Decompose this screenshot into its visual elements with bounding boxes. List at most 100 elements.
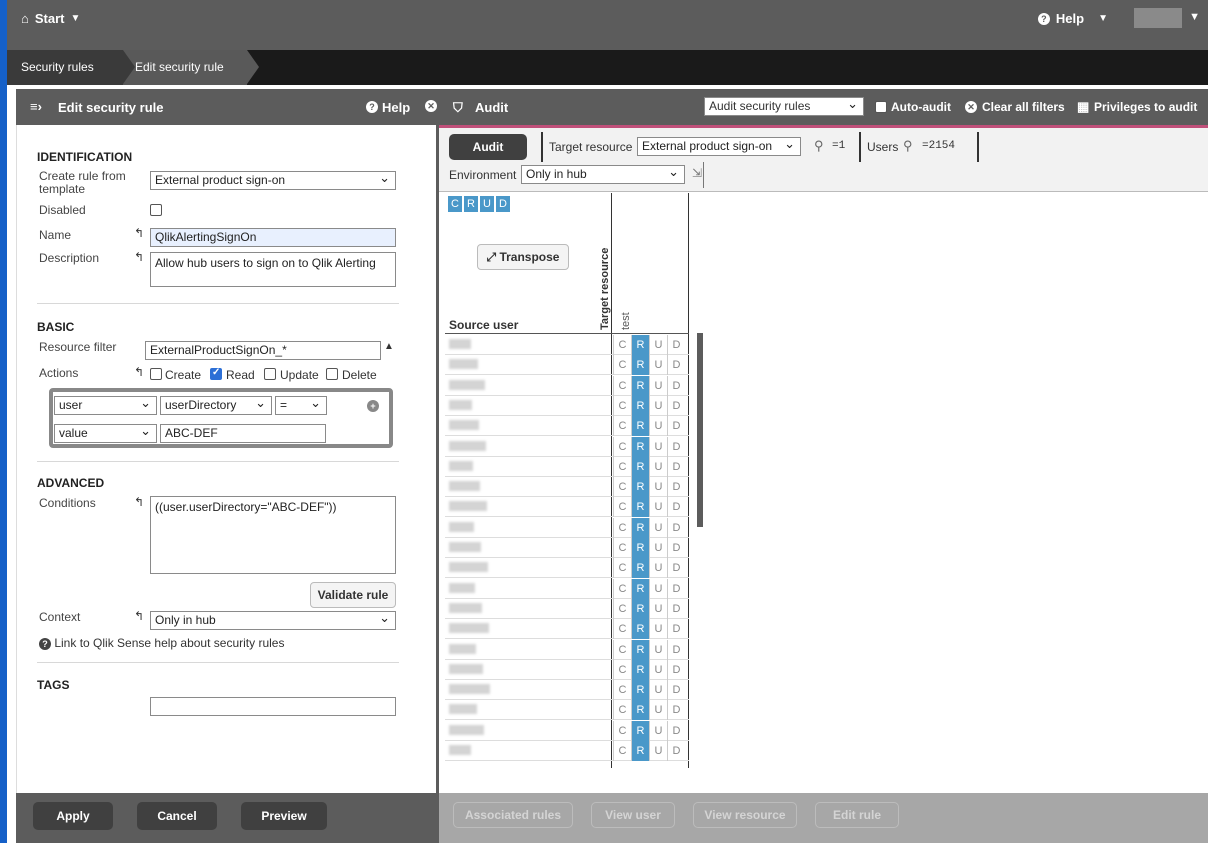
crud-cell-d[interactable]: D — [667, 477, 685, 498]
crud-cell-u[interactable]: U — [649, 456, 667, 477]
clear-icon[interactable]: ✕ — [965, 101, 977, 113]
crud-cell-c[interactable]: C — [613, 375, 631, 396]
breadcrumb-security-rules[interactable]: Security rules — [7, 50, 135, 85]
conditions-textarea[interactable]: ((user.userDirectory="ABC-DEF")) — [150, 496, 396, 574]
crud-cell-c[interactable]: C — [613, 355, 631, 376]
view-user-button[interactable]: View user — [591, 802, 675, 828]
audit-button[interactable]: Audit — [449, 134, 527, 160]
crud-cell-r[interactable]: R — [631, 619, 649, 640]
table-row[interactable]: CRUD — [445, 395, 689, 416]
crud-cell-r[interactable]: R — [631, 395, 649, 416]
table-row[interactable]: CRUD — [445, 558, 689, 579]
crud-cell-u[interactable]: U — [649, 375, 667, 396]
table-row[interactable]: CRUD — [445, 355, 689, 376]
view-resource-button[interactable]: View resource — [693, 802, 797, 828]
crud-cell-r[interactable]: R — [631, 741, 649, 761]
crud-cell-u[interactable]: U — [649, 335, 667, 355]
crud-filter-read[interactable]: R — [464, 196, 478, 212]
table-row[interactable]: CRUD — [445, 416, 689, 437]
table-row[interactable]: CRUD — [445, 456, 689, 477]
crud-cell-u[interactable]: U — [649, 497, 667, 518]
create-checkbox[interactable] — [150, 368, 162, 380]
table-row[interactable]: CRUD — [445, 375, 689, 396]
chevron-down-icon[interactable]: ▼ — [1189, 11, 1200, 23]
table-row[interactable]: CRUD — [445, 720, 689, 741]
crud-cell-u[interactable]: U — [649, 700, 667, 721]
crud-cell-r[interactable]: R — [631, 517, 649, 538]
crud-cell-u[interactable]: U — [649, 558, 667, 579]
crud-cell-r[interactable]: R — [631, 558, 649, 579]
breadcrumb-edit-security-rule[interactable]: Edit security rule — [119, 50, 259, 85]
undo-icon[interactable]: ↰ — [134, 609, 144, 623]
table-row[interactable]: CRUD — [445, 598, 689, 619]
help-menu[interactable]: ? Help ▼ — [1037, 11, 1108, 26]
crud-cell-d[interactable]: D — [667, 436, 685, 457]
crud-cell-u[interactable]: U — [649, 355, 667, 376]
crud-cell-c[interactable]: C — [613, 598, 631, 619]
name-input[interactable]: QlikAlertingSignOn — [150, 228, 396, 247]
close-icon[interactable]: ✕ — [425, 100, 437, 112]
crud-cell-c[interactable]: C — [613, 558, 631, 579]
preview-button[interactable]: Preview — [241, 802, 327, 830]
collapse-up-icon[interactable]: ▲ — [384, 341, 394, 352]
crud-cell-c[interactable]: C — [613, 578, 631, 599]
disabled-checkbox[interactable] — [150, 204, 162, 216]
user-avatar[interactable] — [1134, 8, 1182, 28]
template-select[interactable]: External product sign-on — [150, 171, 396, 190]
associated-rules-button[interactable]: Associated rules — [453, 802, 573, 828]
crud-cell-c[interactable]: C — [613, 456, 631, 477]
delete-checkbox[interactable] — [326, 368, 338, 380]
crud-cell-u[interactable]: U — [649, 598, 667, 619]
grid-scrollbar[interactable] — [697, 333, 703, 527]
table-row[interactable]: CRUD — [445, 741, 689, 761]
crud-filter-create[interactable]: C — [448, 196, 462, 212]
update-checkbox[interactable] — [264, 368, 276, 380]
crud-cell-r[interactable]: R — [631, 456, 649, 477]
crud-cell-d[interactable]: D — [667, 558, 685, 579]
start-menu[interactable]: ⌂ Start ▼ — [21, 11, 80, 26]
crud-cell-c[interactable]: C — [613, 477, 631, 498]
crud-cell-d[interactable]: D — [667, 720, 685, 741]
crud-cell-u[interactable]: U — [649, 416, 667, 437]
crud-cell-u[interactable]: U — [649, 436, 667, 457]
context-select[interactable]: Only in hub — [150, 611, 396, 630]
condition-value-type-select[interactable]: value — [54, 424, 157, 443]
crud-cell-d[interactable]: D — [667, 680, 685, 701]
crud-cell-d[interactable]: D — [667, 416, 685, 437]
crud-cell-r[interactable]: R — [631, 680, 649, 701]
crud-cell-u[interactable]: U — [649, 680, 667, 701]
table-row[interactable]: CRUD — [445, 619, 689, 640]
help-icon[interactable]: ? — [366, 101, 378, 113]
auto-audit-checkbox[interactable] — [875, 101, 887, 113]
crud-cell-d[interactable]: D — [667, 375, 685, 396]
table-row[interactable]: CRUD — [445, 700, 689, 721]
crud-cell-d[interactable]: D — [667, 598, 685, 619]
condition-operator-select[interactable]: = — [275, 396, 327, 415]
add-condition-icon[interactable]: + — [367, 400, 379, 412]
edit-rule-button[interactable]: Edit rule — [815, 802, 899, 828]
crud-cell-d[interactable]: D — [667, 741, 685, 761]
crud-cell-r[interactable]: R — [631, 436, 649, 457]
tags-input[interactable] — [150, 697, 396, 716]
crud-cell-d[interactable]: D — [667, 639, 685, 660]
crud-cell-r[interactable]: R — [631, 355, 649, 376]
crud-cell-c[interactable]: C — [613, 538, 631, 558]
crud-cell-c[interactable]: C — [613, 700, 631, 721]
table-row[interactable]: CRUD — [445, 477, 689, 498]
crud-cell-c[interactable]: C — [613, 741, 631, 761]
undo-icon[interactable]: ↰ — [134, 226, 144, 240]
table-row[interactable]: CRUD — [445, 497, 689, 518]
crud-cell-d[interactable]: D — [667, 659, 685, 680]
table-row[interactable]: CRUD — [445, 538, 689, 558]
undo-icon[interactable]: ↰ — [134, 365, 144, 379]
crud-cell-d[interactable]: D — [667, 355, 685, 376]
validate-rule-button[interactable]: Validate rule — [310, 582, 396, 608]
table-row[interactable]: CRUD — [445, 436, 689, 457]
crud-cell-u[interactable]: U — [649, 659, 667, 680]
crud-cell-r[interactable]: R — [631, 659, 649, 680]
crud-cell-r[interactable]: R — [631, 375, 649, 396]
crud-cell-u[interactable]: U — [649, 477, 667, 498]
apply-button[interactable]: Apply — [33, 802, 113, 830]
table-row[interactable]: CRUD — [445, 639, 689, 660]
search-icon[interactable]: ⚲ — [903, 138, 913, 154]
